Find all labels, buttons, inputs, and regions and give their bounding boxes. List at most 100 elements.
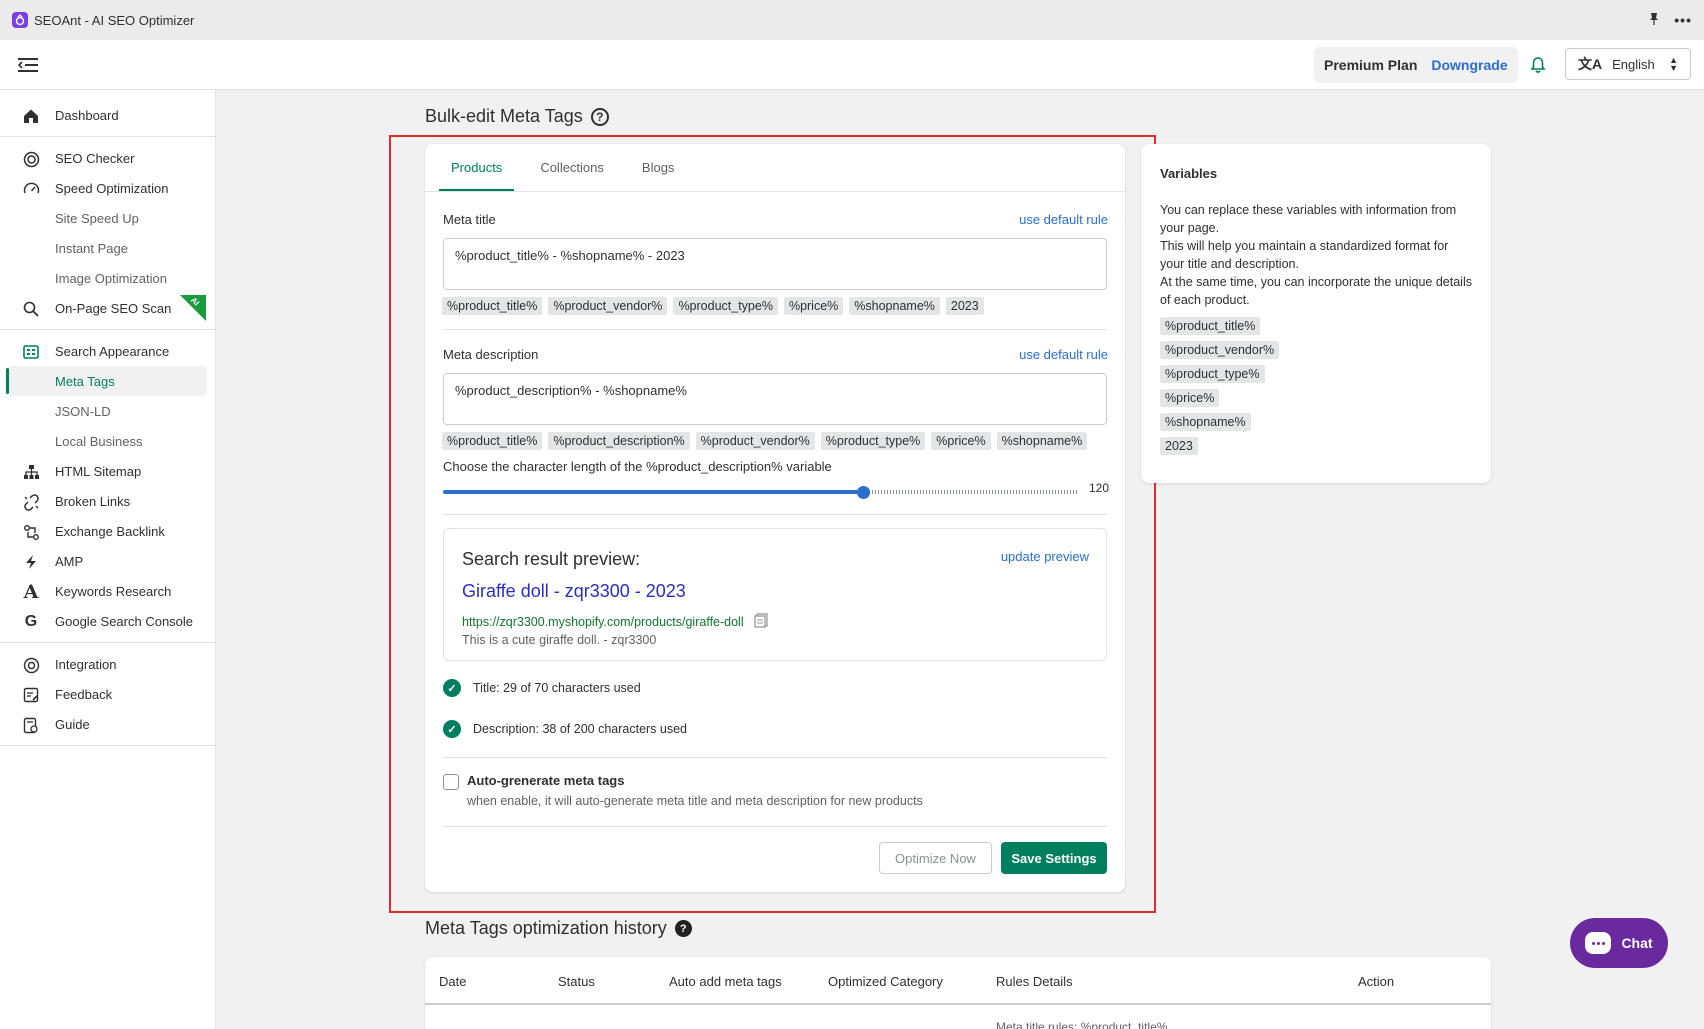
tab-blogs[interactable]: Blogs: [630, 144, 687, 191]
variable-chip[interactable]: 2023: [1160, 437, 1198, 455]
sidebar-item-label: Meta Tags: [55, 373, 115, 389]
sidebar-toggle-icon[interactable]: [17, 56, 38, 74]
lightning-icon: [22, 553, 40, 571]
variable-chip[interactable]: %product_title%: [442, 432, 543, 450]
sidebar-item-label: Feedback: [55, 686, 113, 702]
sidebar-item-instant-page[interactable]: Instant Page: [0, 233, 215, 263]
variable-chip[interactable]: %price%: [1160, 389, 1220, 407]
sidebar-item-label: Dashboard: [55, 107, 119, 123]
sidebar-item-label: JSON-LD: [55, 403, 111, 419]
help-circle-icon[interactable]: ?: [674, 920, 692, 937]
sidebar-item-image-optimization[interactable]: Image Optimization: [0, 263, 215, 293]
variables-list: %product_title% %product_vendor% %product_…: [1160, 317, 1472, 455]
sidebar-item-integration[interactable]: Integration: [0, 649, 215, 679]
slider-value: 120: [1089, 481, 1110, 495]
variable-chip[interactable]: %product_vendor%: [1160, 341, 1280, 359]
sidebar-item-guide[interactable]: Guide: [0, 709, 215, 739]
sidebar-item-amp[interactable]: AMP: [0, 546, 215, 576]
top-header: Premium Plan Downgrade 文A English ▲ ▼: [0, 40, 1704, 90]
save-settings-button[interactable]: Save Settings: [1001, 842, 1107, 874]
more-icon[interactable]: •••: [1674, 12, 1692, 28]
col-category: Optimized Category: [828, 974, 943, 989]
sidebar-item-label: Integration: [55, 656, 117, 672]
copy-icon[interactable]: [754, 613, 768, 631]
description-length-slider[interactable]: [443, 486, 1079, 499]
sidebar-item-keywords-research[interactable]: A Keywords Research: [0, 576, 215, 606]
variable-chip[interactable]: %shopname%: [1160, 413, 1251, 431]
variable-chip[interactable]: %shopname%: [849, 297, 940, 315]
tab-collections[interactable]: Collections: [528, 144, 616, 191]
sidebar-item-search-appearance[interactable]: Search Appearance: [0, 336, 215, 366]
sidebar-item-exchange-backlink[interactable]: Exchange Backlink: [0, 516, 215, 546]
plan-label: Premium Plan: [1324, 57, 1418, 73]
variable-chip[interactable]: %product_vendor%: [695, 432, 815, 450]
meta-description-input[interactable]: %product_description% - %shopname%: [443, 373, 1107, 425]
meta-title-input[interactable]: %product_title% - %shopname% - 2023: [443, 238, 1107, 290]
meta-title-default-rule-link[interactable]: use default rule: [1019, 212, 1108, 227]
chat-label: Chat: [1621, 935, 1653, 951]
nav-group: Dashboard: [0, 90, 215, 137]
preview-url[interactable]: https://zqr3300.myshopify.com/products/g…: [462, 615, 744, 629]
variable-chip[interactable]: %product_vendor%: [548, 297, 668, 315]
sidebar-item-speed-optimization[interactable]: Speed Optimization: [0, 173, 215, 203]
slider-thumb[interactable]: [857, 486, 870, 499]
variable-chip[interactable]: 2023: [945, 297, 984, 315]
auto-generate-hint: when enable, it will auto-generate meta …: [467, 794, 923, 808]
bell-icon[interactable]: [1528, 55, 1548, 75]
downgrade-link[interactable]: Downgrade: [1431, 57, 1507, 73]
variable-chip[interactable]: %product_title%: [1160, 317, 1261, 335]
variable-chip[interactable]: %price%: [931, 432, 991, 450]
auto-generate-checkbox[interactable]: [443, 774, 459, 790]
sidebar-item-label: Speed Optimization: [55, 180, 169, 196]
sidebar-item-label: Keywords Research: [55, 583, 172, 599]
preview-heading: Search result preview:: [462, 549, 641, 569]
auto-generate-label[interactable]: Auto-grenerate meta tags: [467, 773, 923, 788]
variable-chip[interactable]: %product_title%: [442, 297, 543, 315]
meta-description-default-rule-link[interactable]: use default rule: [1019, 347, 1108, 362]
page-scrollbar[interactable]: [1694, 90, 1704, 1029]
variable-chip[interactable]: %price%: [783, 297, 844, 315]
sidebar-item-label: AMP: [55, 553, 84, 569]
sidebar-item-site-speed-up[interactable]: Site Speed Up: [0, 203, 215, 233]
variable-chip[interactable]: %product_description%: [548, 432, 690, 450]
preview-title[interactable]: Giraffe doll - zqr3300 - 2023: [462, 581, 686, 602]
sidebar-item-on-page-seo-scan[interactable]: On-Page SEO Scan AI: [0, 293, 215, 323]
slider-rest: [869, 490, 1079, 494]
title-count-text: Title: 29 of 70 characters used: [473, 681, 641, 695]
variables-card: Variables You can replace these variable…: [1141, 144, 1491, 483]
meta-title-chips: %product_title% %product_vendor% %product_…: [442, 297, 984, 315]
slider-fill: [443, 490, 863, 494]
variable-chip[interactable]: %product_type%: [820, 432, 926, 450]
auto-generate-row: Auto-grenerate meta tags when enable, it…: [443, 773, 923, 808]
plan-box: Premium Plan Downgrade: [1314, 47, 1518, 83]
language-selector[interactable]: 文A English ▲ ▼: [1565, 48, 1691, 80]
sidebar-item-broken-links[interactable]: Broken Links: [0, 486, 215, 516]
sidebar-item-dashboard[interactable]: Dashboard: [0, 100, 215, 130]
update-preview-link[interactable]: update preview: [1001, 549, 1089, 564]
help-circle-icon[interactable]: ?: [590, 107, 609, 126]
window-titlebar: SEOAnt - AI SEO Optimizer •••: [0, 0, 1704, 40]
sidebar-item-label: Google Search Console: [55, 613, 194, 629]
sidebar-item-meta-tags[interactable]: Meta Tags: [6, 366, 207, 396]
variable-chip[interactable]: %shopname%: [996, 432, 1088, 450]
divider: [443, 514, 1107, 515]
sidebar-item-json-ld[interactable]: JSON-LD: [0, 396, 215, 426]
variable-chip[interactable]: %product_type%: [1160, 365, 1265, 383]
sidebar-item-feedback[interactable]: Feedback: [0, 679, 215, 709]
variables-desc-line: At the same time, you can incorporate th…: [1160, 275, 1472, 307]
meta-title-label: Meta title: [443, 212, 496, 227]
pin-icon[interactable]: [1648, 12, 1660, 29]
sidebar-item-label: Image Optimization: [55, 270, 167, 286]
optimize-now-button[interactable]: Optimize Now: [879, 842, 992, 874]
sidebar-item-html-sitemap[interactable]: HTML Sitemap: [0, 456, 215, 486]
variables-desc-line: You can replace these variables with inf…: [1160, 203, 1457, 235]
chat-button[interactable]: Chat: [1570, 918, 1668, 968]
sidebar-item-seo-checker[interactable]: SEO Checker: [0, 143, 215, 173]
sidebar-item-local-business[interactable]: Local Business: [0, 426, 215, 456]
tab-products[interactable]: Products: [439, 144, 515, 191]
meta-description-chips: %product_title% %product_description% %pro…: [442, 432, 1088, 450]
preview-url-row: https://zqr3300.myshopify.com/products/g…: [462, 613, 768, 631]
variable-chip[interactable]: %product_type%: [673, 297, 778, 315]
history-table-header: Date Status Auto add meta tags Optimized…: [425, 957, 1491, 1005]
sidebar-item-google-search-console[interactable]: G Google Search Console: [0, 606, 215, 636]
